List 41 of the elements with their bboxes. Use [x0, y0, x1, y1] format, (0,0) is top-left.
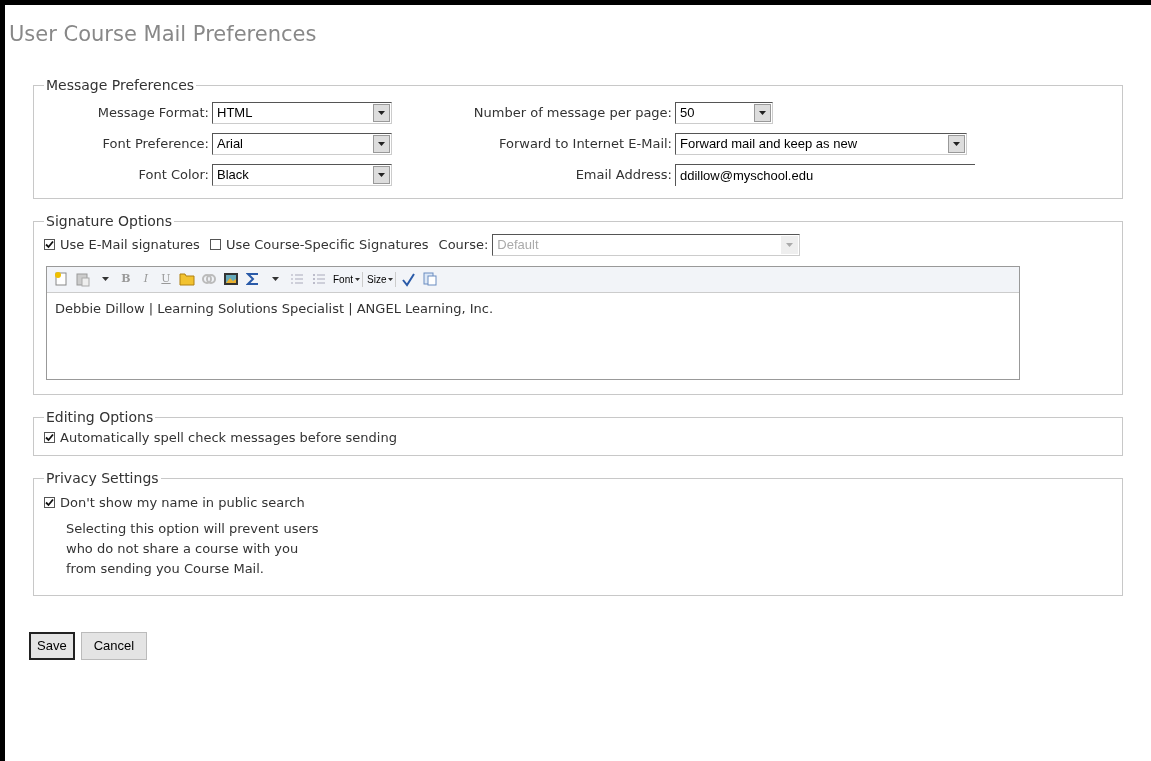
image-icon[interactable]: [221, 270, 241, 288]
caret-icon: [948, 134, 965, 153]
caret-icon: [754, 103, 771, 122]
field-label: Course:: [438, 235, 489, 254]
form-button[interactable]: Save: [29, 631, 75, 660]
font-dropdown[interactable]: Font: [331, 271, 363, 287]
privacy-note: Selecting this option will prevent users who do not share a course with you from sending you Course Mail.: [66, 519, 320, 578]
field-label: Font Color:: [137, 165, 209, 184]
checkbox-label: Use E-Mail signatures: [60, 235, 200, 254]
section-title: Message Preferences: [45, 75, 196, 95]
size-dropdown[interactable]: Size: [365, 271, 397, 287]
section-title: Signature Options: [45, 211, 173, 231]
caret-icon: [388, 277, 394, 281]
checkbox[interactable]: [44, 497, 55, 509]
checkbox[interactable]: [44, 431, 55, 443]
page-title: User Course Mail Preferences: [9, 21, 318, 48]
field-label: Email Address:: [574, 165, 672, 184]
section-title: Editing Options: [45, 407, 155, 427]
section-title: Privacy Settings: [45, 469, 160, 488]
checkbox-label: Don't show my name in public search: [60, 494, 305, 512]
field-label: Font Preference:: [101, 134, 209, 153]
caret-icon: [373, 165, 390, 184]
caret-icon: [373, 134, 390, 153]
form-button[interactable]: Cancel: [80, 631, 148, 660]
dropdown[interactable]: Forward mail and keep as new: [675, 132, 967, 155]
checkbox[interactable]: [44, 239, 55, 250]
caret-icon: [781, 235, 799, 254]
checkbox-label: Use Course-Specific Signatures: [225, 235, 429, 254]
checkbox[interactable]: [209, 239, 221, 250]
field-label: Number of message per page:: [472, 103, 672, 122]
caret-icon: [355, 277, 360, 281]
field-label: Message Format:: [96, 103, 209, 122]
dropdown[interactable]: Black: [212, 163, 392, 186]
dropdown[interactable]: 50: [675, 101, 773, 124]
signature-text: Debbie Dillow | Learning Solutions Specialist | ANGEL Learning, Inc.: [55, 300, 494, 316]
dropdown[interactable]: HTML: [212, 101, 392, 124]
caret-icon: [373, 103, 390, 122]
email-input[interactable]: ddillow@myschool.edu: [675, 163, 975, 186]
dropdown[interactable]: Arial: [212, 132, 392, 155]
field-label: Forward to Internet E-Mail:: [497, 134, 672, 153]
checkbox-label: Automatically spell check messages before sending: [60, 428, 397, 447]
